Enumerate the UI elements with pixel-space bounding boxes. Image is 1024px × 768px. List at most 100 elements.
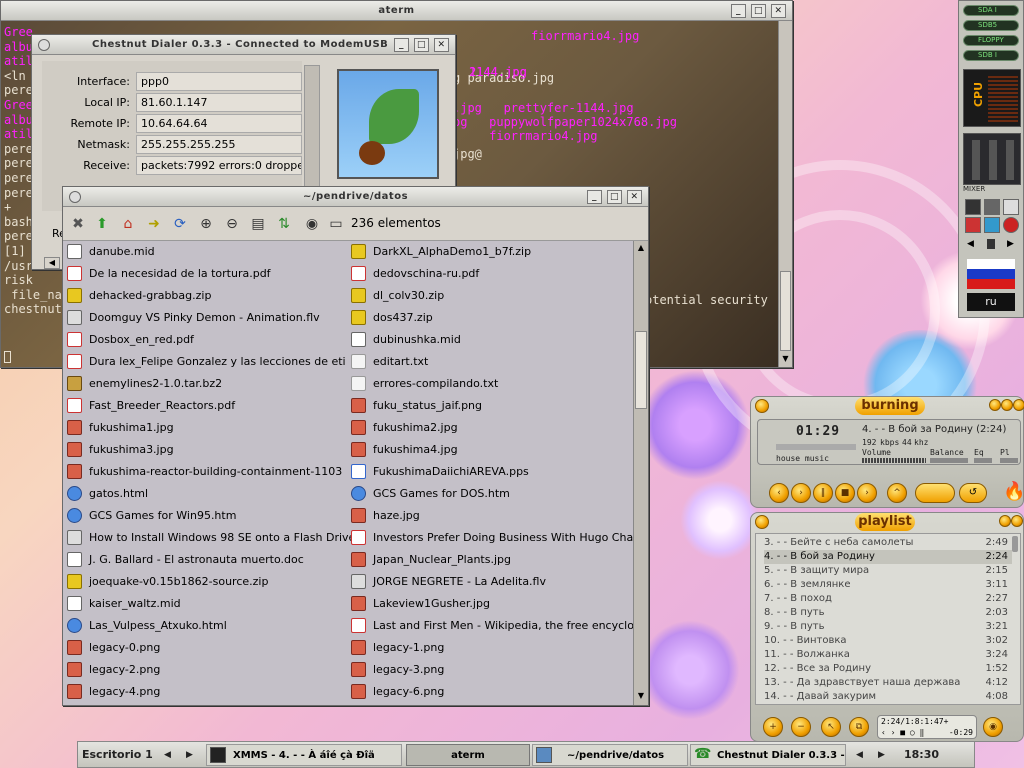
- file-row[interactable]: gatos.html: [63, 483, 349, 505]
- file-row[interactable]: GCS Games for DOS.htm: [347, 483, 633, 505]
- shade-button[interactable]: [1001, 399, 1013, 411]
- playlist-item[interactable]: 13. - - Да здравствует наша держава 4:12: [764, 676, 1012, 690]
- scroll-down-arrow-icon[interactable]: ▼: [780, 354, 791, 365]
- minimize-button[interactable]: [989, 399, 1001, 411]
- list-view-icon[interactable]: ▤: [249, 215, 267, 233]
- stop-icon[interactable]: ✖: [69, 215, 87, 233]
- playlist-controls[interactable]: ‹ › ■ ○ ‖: [881, 728, 924, 737]
- file-row[interactable]: legacy-2.png: [63, 659, 349, 681]
- file-row[interactable]: Investors Prefer Doing Business With Hug…: [347, 527, 633, 549]
- file-scrollbar[interactable]: ▲ ▼: [633, 241, 648, 705]
- prev-desktop-icon[interactable]: ◀: [967, 239, 974, 249]
- file-row[interactable]: Doomguy VS Pinky Demon - Animation.flv: [63, 307, 349, 329]
- dialer-titlebar[interactable]: Chestnut Dialer 0.3.3 - Connected to Mod…: [32, 35, 455, 55]
- playlist-item[interactable]: 8. - - В путь 2:03: [764, 606, 1012, 620]
- app-launcher-icon[interactable]: [984, 199, 1000, 215]
- list-options-button[interactable]: ◉: [983, 717, 1003, 737]
- minimize-button[interactable]: _: [394, 38, 409, 52]
- taskbar-item-aterm[interactable]: aterm: [406, 744, 530, 766]
- scrollbar[interactable]: ▼: [778, 21, 792, 367]
- pager-icon[interactable]: [987, 239, 995, 249]
- file-row[interactable]: Fast_Breeder_Reactors.pdf: [63, 395, 349, 417]
- prev-desktop-icon[interactable]: ◀: [164, 742, 171, 768]
- file-row[interactable]: GCS Games for Win95.htm: [63, 505, 349, 527]
- playlist-item[interactable]: 10. - - Винтовка 3:02: [764, 634, 1012, 648]
- file-row[interactable]: dedovschina-ru.pdf: [347, 263, 633, 285]
- minimize-button[interactable]: _: [731, 4, 746, 18]
- file-row[interactable]: Last and First Men - Wikipedia, the free…: [347, 615, 633, 637]
- taskbar-item-dialer[interactable]: ☎ Chestnut Dialer 0.3.3 -: [690, 744, 846, 766]
- eject-button[interactable]: ^: [887, 483, 907, 503]
- maximize-button[interactable]: □: [607, 190, 622, 204]
- file-row[interactable]: fukushima1.jpg: [63, 417, 349, 439]
- file-row[interactable]: Dura lex_Felipe Gonzalez y las lecciones…: [63, 351, 349, 373]
- file-row[interactable]: legacy-1.png: [347, 637, 633, 659]
- file-row[interactable]: How to Install Windows 98 SE onto a Flas…: [63, 527, 355, 549]
- next-desktop-icon[interactable]: ▶: [1007, 239, 1014, 249]
- misc-button[interactable]: ⧉: [849, 717, 869, 737]
- next-button[interactable]: ›: [857, 483, 877, 503]
- left-arrow-button[interactable]: ◀: [44, 257, 60, 269]
- minimize-button[interactable]: _: [587, 190, 602, 204]
- file-row[interactable]: kaiser_waltz.mid: [63, 593, 349, 615]
- playlist-item[interactable]: 11. - - Волжанка 3:24: [764, 648, 1012, 662]
- file-manager-titlebar[interactable]: ~/pendrive/datos _ □ ✕: [63, 187, 648, 207]
- drive-button[interactable]: FLOPPY: [963, 35, 1019, 46]
- forward-icon[interactable]: ➜: [145, 215, 163, 233]
- playlist-item[interactable]: 4. - - В бой за Родину 2:24: [764, 550, 1012, 564]
- playlist-item[interactable]: 7. - - В поход 2:27: [764, 592, 1012, 606]
- scrollbar-thumb[interactable]: [635, 331, 647, 409]
- shade-button[interactable]: [999, 515, 1011, 527]
- close-button[interactable]: ✕: [771, 4, 786, 18]
- settings-launcher-icon[interactable]: [1003, 199, 1019, 215]
- file-row[interactable]: dubinushka.mid: [347, 329, 633, 351]
- file-row[interactable]: legacy-4.png: [63, 681, 349, 703]
- file-row[interactable]: legacy-6.png: [347, 681, 633, 703]
- file-row[interactable]: DarkXL_AlphaDemo1_b7f.zip: [347, 241, 633, 263]
- add-button[interactable]: +: [763, 717, 783, 737]
- taskbar-item-xmms[interactable]: XMMS - 4. - - À áîé çà Ðîä: [206, 744, 402, 766]
- aterm-titlebar[interactable]: aterm _ □ ✕: [1, 1, 792, 21]
- select-button[interactable]: ↖: [821, 717, 841, 737]
- play-button[interactable]: ›: [791, 483, 811, 503]
- playlist-item[interactable]: 14. - - Давай закурим 4:08: [764, 690, 1012, 704]
- maximize-button[interactable]: □: [414, 38, 429, 52]
- previous-button[interactable]: ‹: [769, 483, 789, 503]
- file-row[interactable]: dehacked-grabbag.zip: [63, 285, 349, 307]
- volume-slider[interactable]: [989, 140, 997, 180]
- refresh-icon[interactable]: ⟳: [171, 215, 189, 233]
- scrollbar-thumb[interactable]: [780, 271, 791, 351]
- dialer-menu-icon[interactable]: [38, 39, 50, 51]
- mixer[interactable]: [963, 133, 1021, 185]
- scroll-down-arrow-icon[interactable]: ▼: [635, 691, 647, 703]
- view-hidden-icon[interactable]: ◉: [303, 215, 321, 233]
- close-button[interactable]: ✕: [434, 38, 449, 52]
- volume-slider[interactable]: [1006, 140, 1014, 180]
- volume-slider[interactable]: [862, 458, 926, 463]
- file-row[interactable]: haze.jpg: [347, 505, 633, 527]
- sort-icon[interactable]: ⇅: [275, 215, 293, 233]
- file-row[interactable]: fukushima4.jpg: [347, 439, 633, 461]
- file-row[interactable]: FukushimaDaiichiAREVA.pps: [347, 461, 633, 483]
- close-button[interactable]: ✕: [627, 190, 642, 204]
- file-row[interactable]: legacy-0.png: [63, 637, 349, 659]
- file-row[interactable]: joequake-v0.15b1862-source.zip: [63, 571, 349, 593]
- file-row[interactable]: dos437.zip: [347, 307, 633, 329]
- close-button[interactable]: [1013, 399, 1024, 411]
- file-row[interactable]: legacy-3.png: [347, 659, 633, 681]
- fm-menu-icon[interactable]: [69, 191, 81, 203]
- playlist-item[interactable]: 9. - - В путь 3:21: [764, 620, 1012, 634]
- file-row[interactable]: Japan_Nuclear_Plants.jpg: [347, 549, 633, 571]
- taskbar-prev-icon[interactable]: ◀: [856, 742, 863, 768]
- drive-button[interactable]: SDB5: [963, 20, 1019, 31]
- file-row[interactable]: fukushima2.jpg: [347, 417, 633, 439]
- file-row[interactable]: Lakeview1Gusher.jpg: [347, 593, 633, 615]
- media-launcher-icon[interactable]: [965, 217, 981, 233]
- eq-toggle[interactable]: [974, 458, 992, 463]
- close-button[interactable]: [1011, 515, 1023, 527]
- file-row[interactable]: JORGE NEGRETE - La Adelita.flv: [347, 571, 633, 593]
- drive-button[interactable]: SDA I: [963, 5, 1019, 16]
- balance-slider[interactable]: [930, 458, 968, 463]
- pl-toggle[interactable]: [1000, 458, 1018, 463]
- volume-slider[interactable]: [972, 140, 980, 180]
